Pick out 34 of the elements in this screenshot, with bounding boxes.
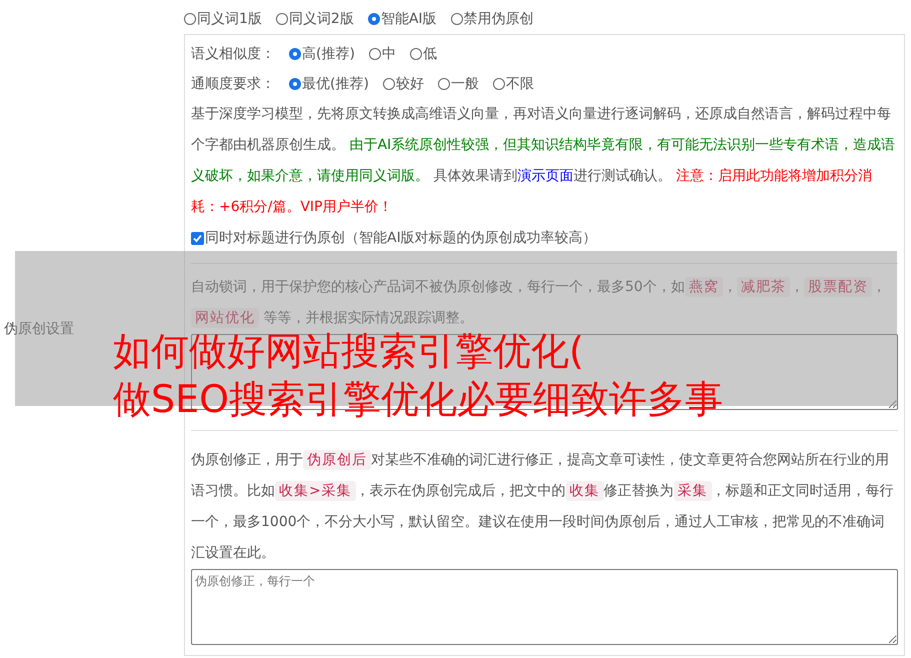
mode-option[interactable]: 同义词1版 [184, 10, 262, 28]
field-label: 语义相似度： [191, 45, 275, 63]
overlay-title: 做SEO搜索引擎优化必要细致许多事 [113, 378, 724, 420]
fluency-option[interactable]: 不限 [492, 75, 534, 93]
fluency-option[interactable]: 较好 [382, 75, 424, 93]
radio-icon[interactable] [276, 13, 288, 25]
mode-option[interactable]: 禁用伪原创 [450, 10, 534, 28]
mode-option[interactable]: 同义词2版 [276, 10, 354, 28]
radio-icon[interactable] [438, 78, 450, 90]
similarity-option[interactable]: 低 [410, 45, 437, 63]
lock-words-help: 自动锁词，用于保护您的核心产品词不被伪原创修改，每行一个，最多50个，如 燕窝 ， 减肥茶 ， 股票配资 ， 网站优化 等等，并根据实际情况跟踪调整。 [191, 276, 887, 330]
field-label: 通顺度要求： [191, 75, 275, 93]
radio-icon[interactable] [382, 78, 395, 90]
mode-option[interactable]: 智能AI版 [368, 10, 437, 28]
radio-icon[interactable] [289, 48, 301, 60]
radio-icon[interactable] [184, 13, 196, 25]
demo-page-link[interactable]: 演示页面 [517, 168, 574, 184]
correction-help: 伪原创修正，用于 伪原创后 对某些不准确的词汇进行修正，提高文章可读性，使文章更符合您网站所在行业的用语习惯。比如 收集>采集 ，表示在伪原创完成后，把文中的 收集 修正替换为 采集 ，标题和正文同时适用，每行一个，最多1000个，不分大小写，默认留空。建议在使用一段时间伪原创后，通过人工审核，把常见的不准确词汇设置在此。 [191, 449, 895, 563]
section-label: 伪原创设置 [4, 320, 74, 338]
similarity-option[interactable]: 中 [368, 45, 396, 63]
radio-icon[interactable] [410, 48, 422, 60]
similarity-option[interactable]: 高(推荐) [289, 45, 355, 63]
radio-icon[interactable] [450, 13, 463, 25]
radio-icon[interactable] [289, 78, 301, 90]
ai-description: 基于深度学习模型，先将原文转换成高维语义向量，再对语义向量进行逐词解码，还原成自然语言，解码过程中每个字都由机器原创生成。 由于AI系统原创性较强，但其知识结构毕竟有限，有可能无法识别一些专有术语，造成语义破坏，如果介意，请使用同义词版。 具体效果请到演示页面进行测试确认。 注意：启用此功能将增加积分消耗：+6积分/篇。VIP用户半价！ [191, 105, 896, 217]
radio-icon[interactable] [492, 78, 505, 90]
radio-icon[interactable] [368, 48, 381, 60]
overlay-title: 如何做好网站搜索引擎优化( [113, 330, 585, 372]
correction-field[interactable]: 伪原创修正，每行一个 [191, 569, 898, 645]
fluency-option[interactable]: 最优(推荐) [289, 75, 369, 93]
checkbox-icon[interactable] [191, 232, 204, 244]
radio-icon[interactable] [368, 13, 380, 25]
fluency-option[interactable]: 一般 [438, 75, 479, 93]
title-option[interactable]: 同时对标题进行伪原创（智能AI版对标题的伪原创成功率较高） [191, 229, 597, 247]
